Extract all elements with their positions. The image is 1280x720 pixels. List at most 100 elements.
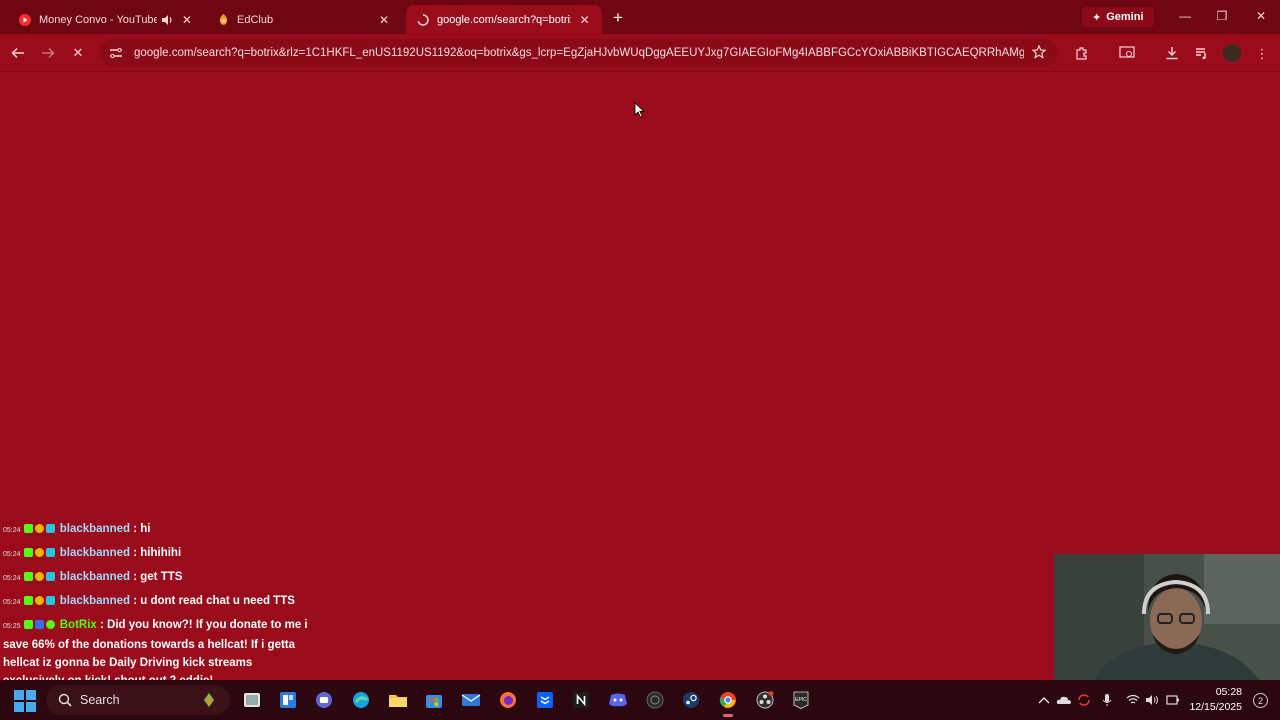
bookmark-star-icon[interactable] [1031, 44, 1048, 61]
chevron-up-icon[interactable] [1036, 692, 1052, 708]
gold-badge-icon [34, 572, 44, 581]
arrow-left-icon [11, 47, 24, 59]
tab-strip: Money Convo - YouTube M ✕ EdClub ✕ googl… [0, 0, 1280, 34]
menu-kebab-icon[interactable]: ⋮ [1253, 44, 1271, 62]
chat-time: 05:24 [3, 551, 21, 558]
chat-message: 05:24 blackbanned : get TTS [0, 568, 320, 588]
dropbox-icon[interactable] [534, 689, 556, 711]
download-icon[interactable] [1163, 44, 1181, 62]
kick-badge-icon [23, 620, 33, 629]
file-explorer-icon[interactable] [387, 689, 409, 711]
chat-username: blackbanned [59, 571, 131, 583]
widgets-icon[interactable] [277, 689, 299, 711]
avatar-image [1223, 44, 1241, 62]
forward-button[interactable] [38, 43, 58, 63]
tab-title: EdClub [237, 13, 274, 26]
windows-taskbar: Search EPIC 05:28 12/15/2025 2 [0, 680, 1280, 720]
mail-icon[interactable] [460, 689, 482, 711]
kick-badge-icon [23, 548, 33, 557]
clock-time: 05:28 [1215, 686, 1242, 698]
volume-icon[interactable] [1144, 692, 1160, 708]
close-window-button[interactable]: ✕ [1246, 5, 1276, 27]
site-info-icon[interactable] [108, 45, 124, 61]
chat-text: : u dont read chat u need TTS [130, 595, 295, 607]
bot-badge-icon [34, 620, 44, 629]
system-clock[interactable]: 05:28 12/15/2025 [1189, 685, 1242, 715]
stop-loading-button[interactable]: ✕ [68, 43, 88, 63]
firefox-icon[interactable] [497, 689, 519, 711]
minimize-button[interactable]: — [1170, 5, 1200, 27]
search-icon [58, 693, 72, 707]
subscriber-badge-icon [45, 572, 55, 581]
speaker-icon[interactable] [161, 13, 174, 27]
tab-google-search[interactable]: google.com/search?q=botrix& ✕ [406, 5, 602, 34]
kick-badge-icon [23, 524, 33, 533]
chat-time: 05:24 [3, 599, 21, 606]
notification-badge[interactable]: 2 [1253, 693, 1268, 708]
maximize-button[interactable]: ❐ [1207, 5, 1237, 27]
extensions-icon[interactable] [1073, 44, 1091, 62]
chat-message: 05:25 BotRix : Did you know?! If you don… [0, 616, 310, 690]
chat-username: blackbanned [59, 523, 131, 535]
sparkle-icon: ✦ [1092, 11, 1102, 24]
back-button[interactable] [8, 43, 28, 63]
x-icon: ✕ [72, 45, 84, 60]
chat-username: BotRix [59, 619, 97, 631]
mouse-cursor-icon [634, 102, 646, 123]
battery-icon[interactable] [1165, 692, 1181, 708]
verified-badge-icon [45, 620, 55, 629]
taskbar-search-box[interactable]: Search [46, 685, 230, 715]
media-controls-icon[interactable] [1193, 44, 1211, 62]
sync-icon[interactable] [1076, 692, 1092, 708]
webcam-feed-image [1054, 554, 1280, 680]
chat-message: 05:24 blackbanned : u dont read chat u n… [0, 592, 320, 612]
profile-avatar[interactable] [1223, 44, 1241, 62]
tab-youtube[interactable]: Money Convo - YouTube M ✕ [8, 5, 204, 34]
teams-chat-icon[interactable] [313, 689, 335, 711]
gold-badge-icon [34, 596, 44, 605]
task-view-icon[interactable] [241, 689, 263, 711]
microphone-icon[interactable] [1099, 692, 1115, 708]
edge-browser-icon[interactable] [350, 689, 372, 711]
search-label: Search [80, 693, 120, 707]
windows-start-icon[interactable] [14, 690, 36, 712]
chat-text: : hi [130, 523, 151, 535]
kick-badge-icon [23, 596, 33, 605]
chat-text: : hihihihi [130, 547, 182, 559]
tab-close-icon[interactable]: ✕ [376, 12, 392, 28]
screen-search-icon[interactable] [1118, 44, 1136, 62]
tab-title: google.com/search?q=botrix& [437, 13, 572, 26]
tab-edclub[interactable]: EdClub ✕ [206, 5, 402, 34]
subscriber-badge-icon [45, 596, 55, 605]
chrome-icon[interactable] [717, 689, 739, 717]
wifi-icon[interactable] [1125, 692, 1141, 708]
subscriber-badge-icon [45, 524, 55, 533]
youtube-icon [18, 13, 32, 27]
razer-synapse-icon[interactable] [644, 689, 666, 711]
notion-icon[interactable] [570, 689, 592, 711]
webcam-overlay [1054, 554, 1280, 680]
edclub-icon [216, 13, 230, 27]
obs-studio-icon[interactable] [754, 689, 776, 711]
new-tab-button[interactable]: + [608, 8, 628, 28]
browser-toolbar: ✕ google.com/search?q=botrix&rlz=1C1HKFL… [0, 34, 1280, 72]
chat-message: 05:24 blackbanned : hi [0, 520, 320, 540]
kick-badge-icon [23, 572, 33, 581]
search-highlight-icon [204, 693, 214, 707]
clock-date: 12/15/2025 [1189, 701, 1242, 713]
microsoft-store-icon[interactable] [423, 689, 445, 711]
tab-close-icon[interactable]: ✕ [577, 12, 592, 28]
steam-icon[interactable] [680, 689, 702, 711]
tab-title: Money Convo - YouTube M [39, 13, 157, 26]
chat-time: 05:25 [3, 623, 21, 630]
chat-time: 05:24 [3, 575, 21, 582]
url-text: google.com/search?q=botrix&rlz=1C1HKFL_e… [134, 47, 1024, 59]
svg-text:EPIC: EPIC [795, 697, 807, 703]
tab-close-icon[interactable]: ✕ [180, 12, 194, 28]
gemini-button[interactable]: ✦ Gemini [1082, 7, 1154, 27]
epic-games-icon[interactable]: EPIC [790, 689, 812, 711]
loading-icon [416, 13, 430, 27]
onedrive-icon[interactable] [1056, 692, 1072, 708]
address-bar[interactable]: google.com/search?q=botrix&rlz=1C1HKFL_e… [100, 39, 1058, 67]
discord-icon[interactable] [607, 689, 629, 711]
